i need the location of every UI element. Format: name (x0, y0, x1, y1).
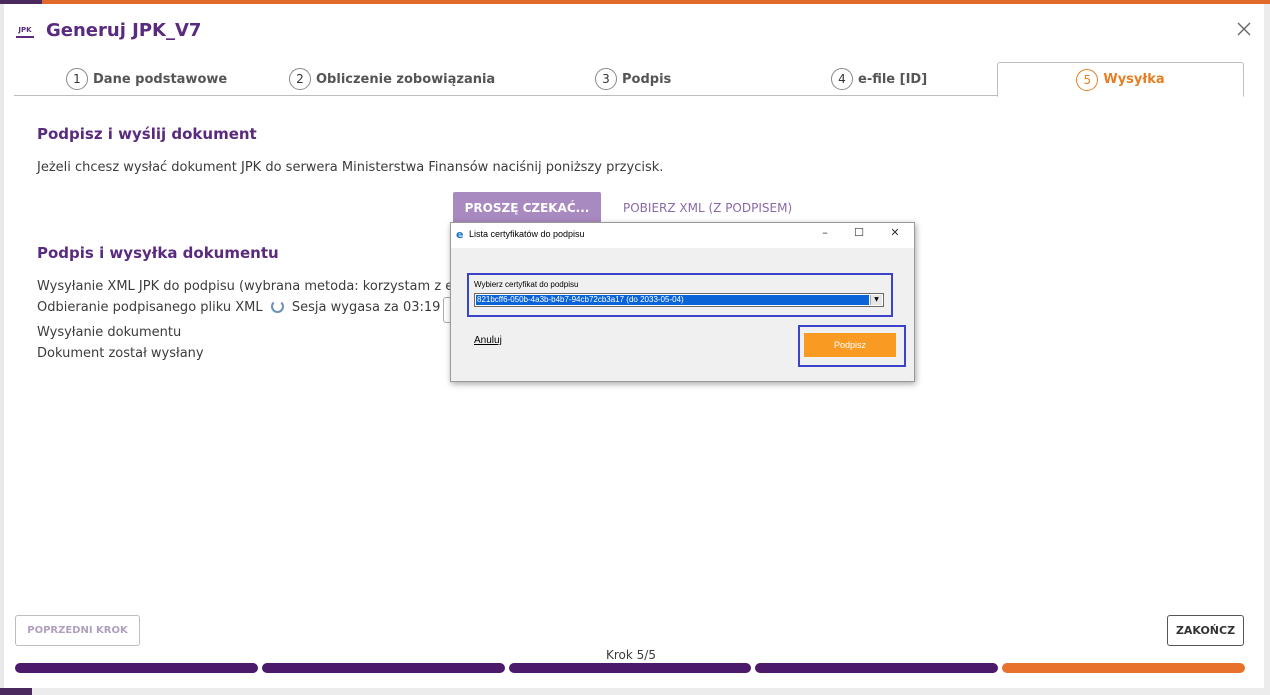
jpk-app-icon: JPK (16, 24, 34, 38)
status-line-document-sent: Dokument został wysłany (37, 346, 204, 361)
tab-number: 3 (595, 68, 617, 90)
close-window-button[interactable] (1234, 20, 1254, 40)
previous-step-button[interactable]: POPRZEDNI KROK (15, 615, 140, 646)
sign-section-description: Jeżeli chcesz wysłać dokument JPK do ser… (37, 160, 664, 175)
dialog-close-button[interactable]: ✕ (885, 226, 905, 244)
sign-button[interactable]: Podpisz (804, 333, 896, 357)
background-bottom-strip-dark (0, 688, 32, 695)
status-section-title: Podpis i wysyłka dokumentu (37, 244, 279, 262)
tab-number: 1 (66, 68, 88, 90)
finish-button[interactable]: ZAKOŃCZ (1167, 615, 1244, 646)
status-line-receiving: Odbieranie podpisanego pliku XML Sesja w… (37, 300, 440, 315)
progress-segment (261, 663, 505, 673)
window-top-stripe (0, 0, 1270, 4)
tab-label: Wysyłka (1103, 72, 1165, 87)
sign-section-title: Podpisz i wyślij dokument (37, 125, 257, 143)
download-xml-button[interactable]: POBIERZ XML (Z PODPISEM) (623, 192, 792, 224)
wizard-tabs: 1 Dane podstawowe 2 Obliczenie zobowiąza… (14, 62, 1244, 97)
tab-label: Dane podstawowe (93, 71, 228, 87)
tab-label: Podpis (622, 71, 672, 87)
tab-number: 5 (1076, 68, 1099, 91)
session-expiry-label: Sesja wygasa za 03:19 (291, 300, 441, 315)
page-title: Generuj JPK_V7 (46, 20, 202, 41)
certificate-label: Wybierz certyfikat do podpisu (474, 280, 579, 289)
status-line-sending-document: Wysyłanie dokumentu (37, 325, 182, 340)
maximize-button[interactable]: ☐ (849, 226, 869, 244)
background-bottom-strip (0, 688, 1270, 695)
chevron-down-icon[interactable]: ▼ (870, 295, 882, 305)
minimize-button[interactable]: – (815, 226, 835, 244)
close-icon (1237, 22, 1251, 36)
window-top-stripe-dark (0, 0, 42, 4)
tab-wysylka[interactable]: 5 Wysyłka (997, 62, 1244, 97)
certificate-dialog: e Lista certyfikatów do podpisu – ☐ ✕ Wy… (450, 222, 915, 382)
progress-segment (15, 663, 258, 673)
progress-segment (508, 663, 752, 673)
status-receiving-label: Odbieranie podpisanego pliku XML (37, 300, 263, 315)
loading-spinner-icon (270, 300, 284, 313)
background-edge-right (1264, 4, 1270, 695)
dialog-titlebar: e Lista certyfikatów do podpisu – ☐ ✕ (451, 223, 914, 248)
edge-browser-icon: e (456, 228, 464, 241)
wizard-progress-bar (15, 663, 1245, 673)
certificate-select[interactable]: 821bcff6-050b-4a3b-b4b7-94cb72cb3a17 (do… (474, 293, 884, 307)
tab-dane-podstawowe[interactable]: 1 Dane podstawowe (66, 62, 227, 96)
background-edge-left (0, 4, 4, 695)
please-wait-button[interactable]: PROSZĘ CZEKAĆ... (453, 192, 601, 224)
progress-segment (755, 663, 999, 673)
tab-number: 2 (289, 68, 311, 90)
certificate-selected-value: 821bcff6-050b-4a3b-b4b7-94cb72cb3a17 (do… (476, 295, 869, 305)
cancel-link[interactable]: Anuluj (474, 335, 502, 346)
tab-number: 4 (831, 68, 853, 90)
progress-segment (1002, 663, 1245, 673)
tab-e-file[interactable]: 4 e-file [ID] (831, 62, 927, 96)
step-counter: Krok 5/5 (606, 648, 656, 662)
tab-label: e-file [ID] (858, 71, 928, 87)
tab-obliczenie-zobowiazania[interactable]: 2 Obliczenie zobowiązania (289, 62, 495, 96)
dialog-title: Lista certyfikatów do podpisu (469, 229, 585, 239)
tab-label: Obliczenie zobowiązania (316, 71, 496, 87)
tab-podpis[interactable]: 3 Podpis (595, 62, 671, 96)
status-line-sending-xml: Wysyłanie XML JPK do podpisu (wybrana me… (37, 279, 467, 294)
